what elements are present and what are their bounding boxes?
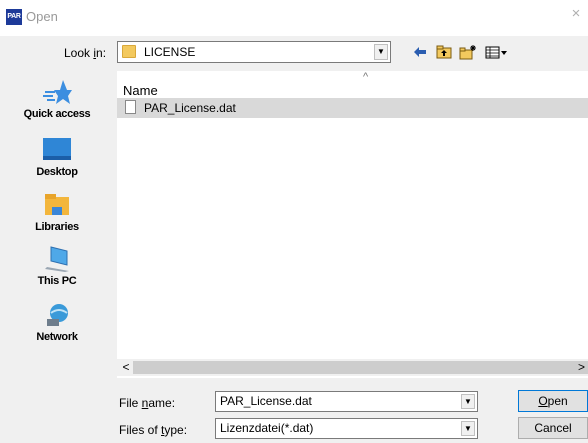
file-name-value: PAR_License.dat xyxy=(220,394,312,408)
file-type-dropdown[interactable]: Lizenzdatei(*.dat) ▼ xyxy=(215,418,478,439)
column-header-name[interactable]: Name xyxy=(123,83,158,99)
app-logo-icon: PAR xyxy=(6,9,22,25)
file-name: PAR_License.dat xyxy=(144,101,236,115)
new-folder-icon xyxy=(459,45,476,60)
window-title: Open xyxy=(26,9,58,24)
views-menu-button[interactable] xyxy=(484,42,510,62)
file-icon xyxy=(125,100,136,114)
file-type-value: Lizenzdatei(*.dat) xyxy=(220,421,314,435)
scroll-right-icon[interactable]: > xyxy=(578,359,588,376)
close-button[interactable]: × xyxy=(564,0,588,30)
cancel-button[interactable]: Cancel xyxy=(518,417,588,439)
star-icon xyxy=(41,78,73,106)
scroll-left-icon[interactable]: < xyxy=(119,359,133,376)
chevron-down-icon[interactable]: ▼ xyxy=(461,394,475,409)
view-menu-icon xyxy=(485,46,507,59)
place-desktop[interactable]: Desktop xyxy=(0,136,114,178)
desktop-icon xyxy=(41,136,73,164)
up-folder-icon xyxy=(436,45,452,59)
horizontal-scrollbar[interactable]: < > xyxy=(117,359,588,376)
look-in-label: Look in: xyxy=(64,46,107,60)
file-name-label: File name: xyxy=(119,396,176,410)
place-quick-access[interactable]: Quick access xyxy=(0,78,114,120)
chevron-down-icon[interactable]: ▼ xyxy=(374,44,388,60)
chevron-down-icon[interactable]: ▼ xyxy=(461,421,475,436)
back-button[interactable] xyxy=(410,42,430,62)
place-network[interactable]: Network xyxy=(0,301,114,343)
up-one-level-button[interactable] xyxy=(434,42,454,62)
place-this-pc[interactable]: This PC xyxy=(0,245,114,287)
libraries-icon xyxy=(41,191,73,219)
look-in-value: LICENSE xyxy=(144,45,196,59)
sort-ascending-icon: ^ xyxy=(363,71,369,83)
back-arrow-icon xyxy=(414,47,426,57)
title-bar: PAR Open × xyxy=(0,0,588,36)
new-folder-button[interactable] xyxy=(458,42,478,62)
file-type-label: Files of type: xyxy=(119,423,188,437)
scrollbar-thumb[interactable] xyxy=(133,361,588,374)
network-icon xyxy=(41,301,73,329)
file-name-input[interactable]: PAR_License.dat ▼ xyxy=(215,391,478,412)
list-item[interactable]: PAR_License.dat xyxy=(117,98,588,118)
look-in-dropdown[interactable]: LICENSE ▼ xyxy=(117,41,391,63)
folder-icon xyxy=(122,45,136,58)
place-libraries[interactable]: Libraries xyxy=(0,191,114,233)
file-list[interactable]: ^ Name PAR_License.dat < > xyxy=(117,71,588,378)
open-button[interactable]: Open xyxy=(518,390,588,412)
computer-icon xyxy=(41,245,73,273)
